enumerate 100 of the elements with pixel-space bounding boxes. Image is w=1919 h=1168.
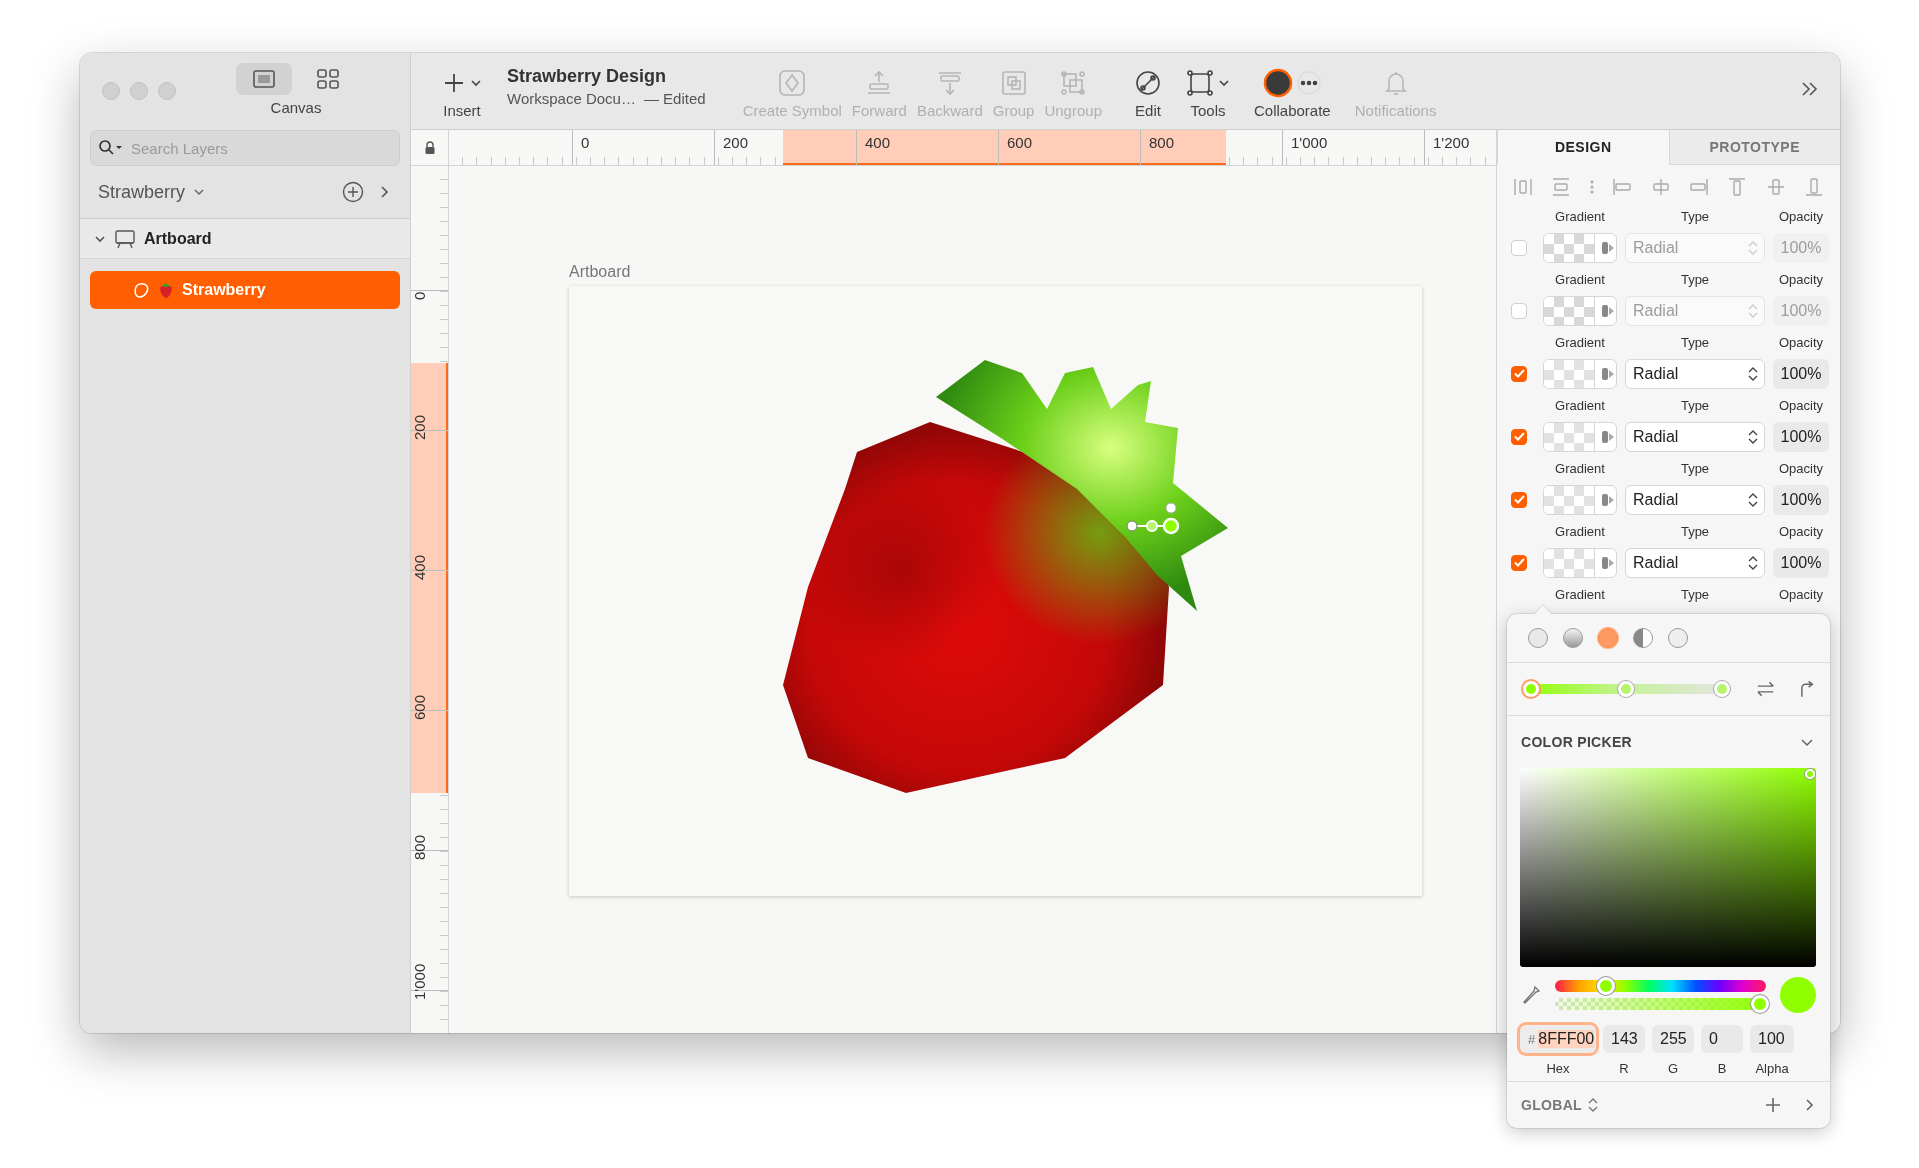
ruler-label: 1'200 bbox=[1424, 130, 1470, 165]
up-down-chevron-icon bbox=[1748, 428, 1758, 445]
hex-field[interactable]: # 8FFF00 bbox=[1520, 1025, 1596, 1053]
artboard-title[interactable]: Artboard bbox=[569, 263, 631, 281]
align-top-icon[interactable] bbox=[1727, 177, 1748, 197]
grid-view-icon bbox=[316, 68, 340, 90]
view-mode-button[interactable] bbox=[236, 63, 292, 95]
lock-icon[interactable] bbox=[423, 140, 436, 155]
add-icon[interactable] bbox=[1764, 1096, 1782, 1114]
column-label: Type bbox=[1679, 208, 1711, 224]
frame-tool-icon bbox=[1186, 69, 1214, 97]
column-label: Gradient bbox=[1554, 208, 1606, 224]
plus-icon bbox=[442, 71, 466, 95]
ruler-label: 200 bbox=[714, 130, 749, 165]
hue-slider[interactable] bbox=[1555, 980, 1766, 992]
ruler-label: 0 bbox=[411, 291, 428, 300]
expand-panels-icon[interactable] bbox=[1800, 80, 1820, 98]
distribute-horizontal-icon[interactable] bbox=[1513, 177, 1533, 197]
number-field[interactable]: 143 bbox=[1603, 1025, 1645, 1053]
column-label: Opacity bbox=[1777, 208, 1825, 224]
field-label: Alpha bbox=[1755, 1061, 1789, 1076]
align-right-icon[interactable] bbox=[1688, 177, 1709, 197]
gradient-stop[interactable] bbox=[1618, 681, 1635, 697]
column-label: Opacity bbox=[1777, 460, 1825, 476]
alpha-slider[interactable] bbox=[1555, 998, 1766, 1010]
symbol-icon bbox=[778, 69, 807, 97]
opacity-field[interactable]: 100% bbox=[1773, 484, 1829, 515]
group-icon bbox=[999, 69, 1028, 97]
opacity-field[interactable]: 100% bbox=[1773, 421, 1829, 452]
ruler-label: 600 bbox=[411, 694, 428, 720]
swap-icon[interactable] bbox=[1755, 680, 1775, 698]
more-icon bbox=[1297, 71, 1322, 95]
fill-checkbox[interactable] bbox=[1511, 365, 1527, 382]
layer-row[interactable]: Artboard bbox=[80, 219, 410, 259]
gradient-stop[interactable] bbox=[1713, 681, 1730, 697]
align-left-icon[interactable] bbox=[1612, 177, 1633, 197]
color-field[interactable] bbox=[1520, 768, 1816, 967]
align-bottom-icon[interactable] bbox=[1804, 177, 1824, 197]
inspector-tab[interactable]: PROTOTYPE bbox=[1668, 130, 1840, 165]
color-handle[interactable] bbox=[1805, 769, 1815, 779]
radial-gradient-option[interactable] bbox=[1598, 628, 1618, 648]
opacity-field[interactable]: 100% bbox=[1773, 547, 1829, 578]
up-down-chevron-icon bbox=[1748, 239, 1758, 256]
chevron-right-icon[interactable] bbox=[1804, 1098, 1814, 1112]
chevron-down-icon bbox=[193, 186, 206, 198]
column-label: Type bbox=[1679, 523, 1711, 539]
document-title: Strawberry Design bbox=[507, 66, 668, 87]
type-select[interactable]: Radial bbox=[1625, 484, 1765, 515]
color-preview bbox=[1780, 977, 1816, 1013]
gradient-swatch[interactable] bbox=[1543, 358, 1617, 389]
gradient-handles[interactable] bbox=[1126, 502, 1180, 535]
eyedropper-icon[interactable] bbox=[1523, 985, 1541, 1005]
type-select[interactable]: Radial bbox=[1625, 421, 1765, 452]
chevron-right-icon[interactable] bbox=[378, 185, 390, 199]
type-select[interactable]: Radial bbox=[1625, 358, 1765, 389]
avatar bbox=[1263, 68, 1294, 98]
fill-checkbox[interactable] bbox=[1511, 239, 1527, 256]
column-label: Gradient bbox=[1554, 460, 1606, 476]
gradient-swatch[interactable] bbox=[1543, 295, 1617, 326]
fill-checkbox[interactable] bbox=[1511, 554, 1527, 571]
number-field[interactable]: 255 bbox=[1652, 1025, 1694, 1053]
column-label: Gradient bbox=[1554, 586, 1606, 602]
page-selector[interactable]: Strawberry bbox=[98, 181, 206, 203]
column-label: Type bbox=[1679, 460, 1711, 476]
strawberry-icon bbox=[158, 281, 174, 299]
gradient-swatch[interactable] bbox=[1543, 547, 1617, 578]
add-page-icon[interactable] bbox=[342, 181, 364, 203]
number-field[interactable]: 100 bbox=[1750, 1025, 1794, 1053]
artboard-icon bbox=[114, 228, 136, 249]
layer-name: Strawberry bbox=[182, 281, 266, 299]
type-select[interactable]: Radial bbox=[1625, 547, 1765, 578]
insert-button[interactable]: Insert bbox=[439, 68, 485, 119]
gradient-swatch[interactable] bbox=[1543, 484, 1617, 515]
gradient-swatch[interactable] bbox=[1543, 232, 1617, 263]
column-label: Gradient bbox=[1554, 523, 1606, 539]
linear-gradient-option[interactable] bbox=[1563, 628, 1583, 648]
fill-checkbox[interactable] bbox=[1511, 491, 1527, 508]
opacity-field[interactable]: 100% bbox=[1773, 358, 1829, 389]
ruler-label: 600 bbox=[998, 130, 1033, 165]
global-colors-selector[interactable]: GLOBAL bbox=[1521, 1097, 1598, 1113]
column-label: Type bbox=[1679, 271, 1711, 287]
align-center-icon[interactable] bbox=[1650, 177, 1671, 197]
up-down-chevron-icon bbox=[1748, 491, 1758, 508]
number-field[interactable]: 0 bbox=[1701, 1025, 1743, 1053]
document-location: Workspace Docu… bbox=[507, 90, 636, 107]
solid-fill-option[interactable] bbox=[1528, 628, 1548, 648]
angular-gradient-option[interactable] bbox=[1633, 628, 1653, 648]
search-field[interactable]: Search Layers bbox=[90, 130, 400, 166]
gradient-stop[interactable] bbox=[1523, 681, 1539, 697]
collaborate-button[interactable]: Collaborate bbox=[1251, 68, 1334, 119]
rotate-icon[interactable] bbox=[1798, 680, 1814, 698]
fill-checkbox[interactable] bbox=[1511, 428, 1527, 445]
distribute-vertical-icon[interactable] bbox=[1551, 177, 1572, 197]
image-fill-option[interactable] bbox=[1668, 628, 1688, 648]
gradient-swatch[interactable] bbox=[1543, 421, 1617, 452]
fill-checkbox[interactable] bbox=[1511, 302, 1527, 319]
tools-button[interactable]: Tools bbox=[1183, 68, 1233, 119]
edit-button[interactable]: Edit bbox=[1131, 68, 1165, 119]
align-middle-icon[interactable] bbox=[1765, 177, 1786, 197]
shape-outline-icon bbox=[132, 281, 150, 299]
